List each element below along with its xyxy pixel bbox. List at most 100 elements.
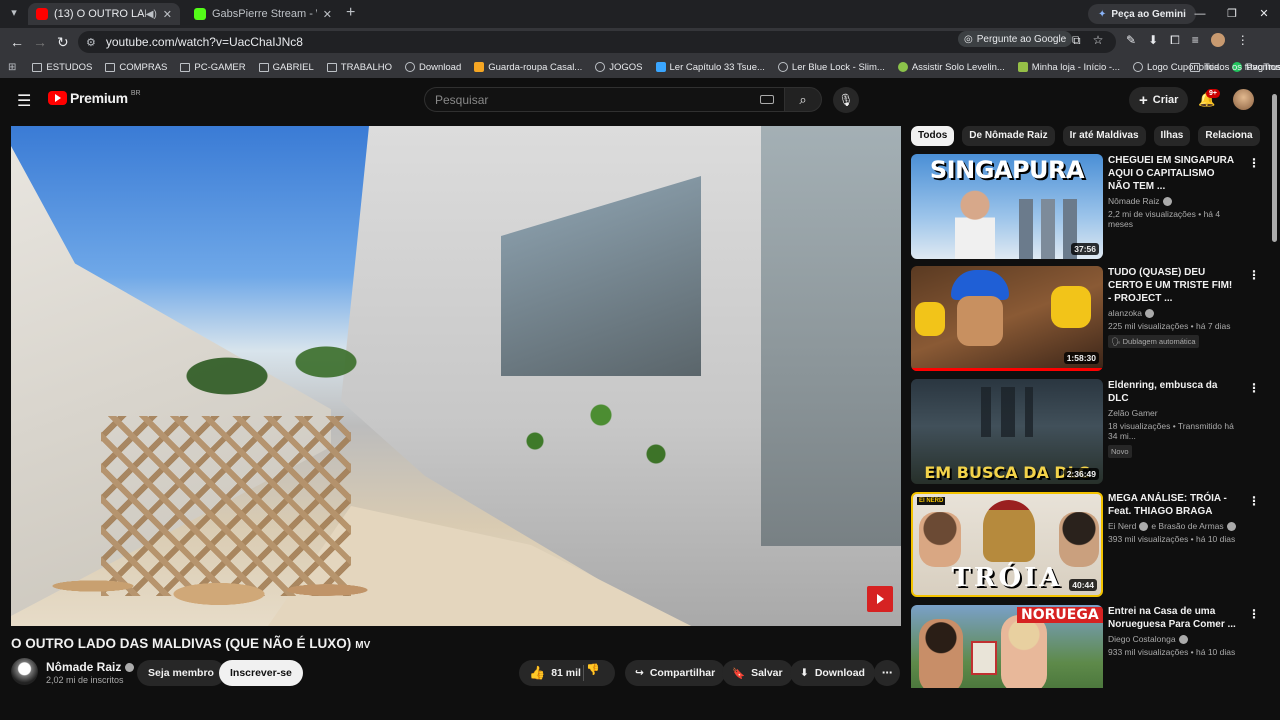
bookmark-label: JOGOS bbox=[609, 61, 643, 73]
bookmark-link[interactable]: Ler Capítulo 33 Tsue... bbox=[655, 62, 765, 73]
subscribe-button[interactable]: Inscrever-se bbox=[219, 660, 303, 686]
chip-islands[interactable]: Ilhas bbox=[1153, 126, 1191, 146]
thumbs-down-icon[interactable]: 👎 bbox=[586, 663, 600, 676]
voice-search-button[interactable]: 🎙 bbox=[833, 87, 859, 113]
chip-all[interactable]: Todos bbox=[911, 126, 955, 146]
search-icon: ⌕ bbox=[799, 92, 807, 107]
save-button[interactable]: 🔖 Salvar bbox=[722, 660, 793, 686]
new-tab-plus-icon[interactable]: + bbox=[346, 5, 355, 21]
bookmark-link[interactable]: Assistir Solo Levelin... bbox=[897, 62, 1005, 73]
badge-label: Dublagem automática bbox=[1122, 337, 1196, 346]
profile-avatar-icon[interactable] bbox=[1210, 33, 1225, 47]
omnibox-actions: ⧉ ☆ bbox=[1072, 33, 1103, 48]
recommendation-item[interactable]: SINGAPURA 37:56 CHEGUEI EM SINGAPURA AQU… bbox=[911, 154, 1261, 259]
recommendation-channel[interactable]: alanzoka bbox=[1108, 308, 1238, 318]
minimize-icon[interactable]: — bbox=[1184, 0, 1216, 28]
bookmark-link[interactable]: Minha loja - Início -... bbox=[1017, 62, 1120, 73]
recommendation-item[interactable]: 1:58:30 TUDO (QUASE) DEU CERTO E UM TRIS… bbox=[911, 266, 1261, 371]
channel-name[interactable]: Nômade Raiz bbox=[46, 660, 135, 674]
back-arrow-icon[interactable]: ← bbox=[10, 34, 24, 50]
recommendation-channel[interactable]: Zelão Gamer bbox=[1108, 408, 1238, 418]
all-favorites-folder[interactable]: Todos os favoritos bbox=[1190, 62, 1280, 73]
reload-icon[interactable]: ↻ bbox=[57, 34, 69, 50]
chevron-right-icon[interactable]: › bbox=[1237, 128, 1241, 142]
bookmark-link[interactable]: Ler Blue Lock - Slim... bbox=[777, 62, 885, 73]
like-button[interactable]: 👍 81 mil bbox=[519, 660, 615, 686]
recommendation-title[interactable]: MEGA ANÁLISE: TRÓIA - Feat. THIAGO BRAGA bbox=[1108, 492, 1238, 518]
recommendation-item[interactable]: EM BUSCA DA DLC 2:36:49 Eldenring, embus… bbox=[911, 379, 1261, 484]
gemini-button[interactable]: ✦ Peça ao Gemini bbox=[1088, 4, 1196, 24]
forward-arrow-icon[interactable]: → bbox=[33, 34, 47, 50]
chip-maldives[interactable]: Ir até Maldivas bbox=[1062, 126, 1146, 146]
download-button[interactable]: ⬇ Download bbox=[790, 660, 875, 686]
search-button[interactable]: ⌕ bbox=[784, 87, 822, 112]
recommendation-channel[interactable]: Ei Nerd e Brasão de Armas bbox=[1108, 521, 1238, 531]
recommendation-channel[interactable]: Diego Costalonga bbox=[1108, 634, 1238, 644]
tab-youtube[interactable]: (13) O OUTRO LADO DAS M ◀) ✕ bbox=[28, 3, 180, 25]
bookmark-folder[interactable]: GABRIEL bbox=[258, 62, 314, 73]
recommendation-title[interactable]: CHEGUEI EM SINGAPURA AQUI O CAPITALISMO … bbox=[1108, 154, 1238, 193]
chip-channel[interactable]: De Nômade Raiz bbox=[962, 126, 1055, 146]
media-control-icon[interactable]: ≡ bbox=[1192, 33, 1199, 48]
youtube-logo[interactable]: Premium BR bbox=[48, 90, 141, 106]
page-scrollbar[interactable] bbox=[1272, 94, 1277, 242]
thumbnail[interactable]: EI NERD TRÓIA 40:44 bbox=[911, 492, 1103, 597]
recommendation-title[interactable]: TUDO (QUASE) DEU CERTO E UM TRISTE FIM! … bbox=[1108, 266, 1238, 305]
hamburger-menu-icon[interactable]: ☰ bbox=[17, 91, 31, 111]
tab-search-icon[interactable]: ▾ bbox=[6, 5, 22, 21]
install-app-icon[interactable]: ⧉ bbox=[1072, 33, 1081, 48]
chip-related[interactable]: Relaciona bbox=[1198, 126, 1260, 146]
ask-google-button[interactable]: ◎ Pergunte ao Google bbox=[958, 31, 1073, 47]
more-vert-icon[interactable]: ⋮ bbox=[1248, 607, 1260, 621]
apps-grid-icon[interactable]: ⊞ bbox=[8, 62, 16, 73]
thumbnail[interactable]: NORUEGA bbox=[911, 605, 1103, 688]
more-actions-button[interactable]: ⋯ bbox=[874, 660, 900, 686]
extension-drop-icon[interactable]: ⬇ bbox=[1148, 33, 1158, 48]
site-info-icon[interactable]: ⚙ bbox=[86, 36, 96, 49]
extensions-puzzle-icon[interactable]: ⧠ bbox=[1170, 33, 1180, 48]
recommendation-channel[interactable]: Nômade Raiz bbox=[1108, 196, 1238, 206]
globe-icon bbox=[595, 62, 606, 72]
tab-kick[interactable]: GabsPierre Stream - Watch Live ✕ bbox=[186, 3, 340, 25]
account-avatar[interactable] bbox=[1233, 89, 1254, 110]
restore-icon[interactable]: ❐ bbox=[1216, 0, 1248, 28]
channel-avatar[interactable] bbox=[11, 658, 38, 685]
scene-plants bbox=[491, 376, 711, 506]
bookmark-link[interactable]: Download bbox=[404, 61, 462, 73]
recommendation-item[interactable]: NORUEGA Entrei na Casa de uma Norueguesa… bbox=[911, 605, 1261, 688]
thumbnail[interactable]: SINGAPURA 37:56 bbox=[911, 154, 1103, 259]
channel-watermark-icon[interactable] bbox=[867, 586, 893, 612]
bookmark-label: Download bbox=[418, 61, 462, 73]
tab-title: GabsPierre Stream - Watch Live bbox=[212, 8, 317, 20]
speaker-icon[interactable]: ◀) bbox=[146, 9, 157, 20]
search-input[interactable]: Pesquisar bbox=[424, 87, 786, 112]
watch-progress-bar bbox=[911, 368, 1103, 371]
join-button[interactable]: Seja membro bbox=[137, 660, 225, 686]
chrome-menu-icon[interactable]: ⋮ bbox=[1237, 33, 1249, 48]
recommendation-title[interactable]: Entrei na Casa de uma Norueguesa Para Co… bbox=[1108, 605, 1238, 631]
more-vert-icon[interactable]: ⋮ bbox=[1248, 268, 1260, 282]
keyboard-icon[interactable] bbox=[760, 95, 774, 104]
create-button[interactable]: + Criar bbox=[1129, 87, 1189, 113]
close-tab-icon[interactable]: ✕ bbox=[323, 8, 332, 21]
pen-icon[interactable]: ✎ bbox=[1126, 33, 1136, 48]
thumbnail[interactable]: EM BUSCA DA DLC 2:36:49 bbox=[911, 379, 1103, 484]
bookmark-folder[interactable]: ESTUDOS bbox=[32, 62, 92, 73]
bookmark-link[interactable]: Guarda-roupa Casal... bbox=[474, 62, 582, 73]
recommendation-item[interactable]: EI NERD TRÓIA 40:44 MEGA ANÁLISE: TRÓIA … bbox=[911, 492, 1261, 597]
more-vert-icon[interactable]: ⋮ bbox=[1248, 494, 1260, 508]
bookmark-star-icon[interactable]: ☆ bbox=[1093, 33, 1104, 48]
bookmark-folder[interactable]: COMPRAS bbox=[105, 62, 167, 73]
more-vert-icon[interactable]: ⋮ bbox=[1248, 381, 1260, 395]
more-horizontal-icon: ⋯ bbox=[881, 667, 893, 679]
video-player[interactable] bbox=[11, 126, 901, 626]
bookmark-folder[interactable]: TRABALHO bbox=[326, 62, 392, 73]
share-button[interactable]: ↪ Compartilhar bbox=[625, 660, 726, 686]
thumbnail[interactable]: 1:58:30 bbox=[911, 266, 1103, 371]
bookmark-folder[interactable]: PC-GAMER bbox=[180, 62, 246, 73]
close-tab-icon[interactable]: ✕ bbox=[163, 8, 172, 21]
recommendation-title[interactable]: Eldenring, embusca da DLC bbox=[1108, 379, 1238, 405]
bookmark-link[interactable]: JOGOS bbox=[595, 61, 643, 73]
close-window-icon[interactable]: ✕ bbox=[1248, 0, 1280, 28]
more-vert-icon[interactable]: ⋮ bbox=[1248, 156, 1260, 170]
